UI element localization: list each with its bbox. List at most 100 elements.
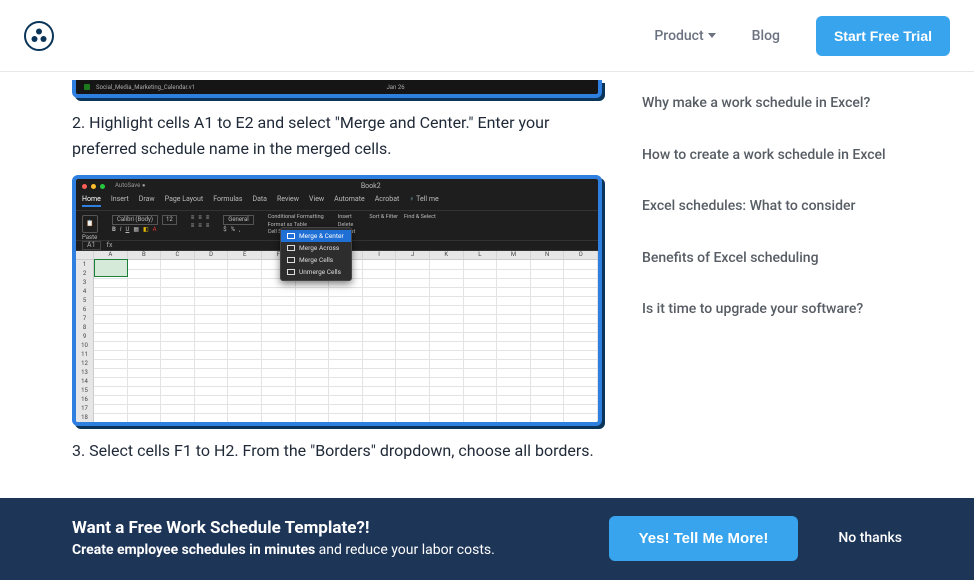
promo-banner: Want a Free Work Schedule Template?! Cre… [0, 498, 974, 580]
fx-icon[interactable]: fx [107, 242, 113, 249]
align-mid-icon[interactable]: ≡ [198, 215, 202, 221]
align-center-icon[interactable]: ≡ [198, 223, 202, 229]
cell[interactable] [531, 413, 565, 423]
col-header[interactable]: L [464, 251, 498, 259]
start-free-trial-button[interactable]: Start Free Trial [816, 16, 950, 56]
toc-link-4[interactable]: Benefits of Excel scheduling [642, 239, 902, 279]
sheet-row: 12 [76, 359, 598, 368]
number-format-select[interactable]: General [223, 215, 253, 225]
align-top-icon[interactable]: ≡ [191, 215, 195, 221]
cell[interactable] [430, 413, 464, 423]
cell[interactable] [329, 413, 363, 423]
cell[interactable] [128, 413, 162, 423]
bold-icon[interactable]: B [112, 227, 116, 233]
sort-filter-button[interactable]: Sort & Filter [369, 215, 398, 221]
promo-subtitle: Create employee schedules in minutes and… [72, 542, 495, 558]
percent-icon[interactable]: % [231, 227, 235, 233]
toc-link-3[interactable]: Excel schedules: What to consider [642, 187, 902, 227]
col-header[interactable] [76, 251, 94, 259]
merge-dropdown: Merge & Center Merge Across Merge Cells … [280, 227, 352, 281]
prev-file-date: Jan 26 [386, 84, 404, 91]
col-header[interactable]: O [564, 251, 598, 259]
rows: 123456789101112131415161718 [76, 260, 598, 422]
underline-icon[interactable]: U [125, 227, 129, 233]
cond-format-button[interactable]: Conditional Formatting [268, 215, 324, 221]
nav-product[interactable]: Product [654, 28, 715, 44]
promo-cta-button[interactable]: Yes! Tell Me More! [609, 516, 799, 561]
align-right-icon[interactable]: ≡ [206, 223, 210, 229]
currency-icon[interactable]: $ [223, 227, 226, 233]
sheet-row: 13 [76, 368, 598, 377]
border-icon[interactable]: ▦ [133, 227, 139, 233]
insert-button[interactable]: Insert [338, 215, 356, 221]
tab-view[interactable]: View [309, 196, 324, 207]
merge-center-item[interactable]: Merge & Center [281, 230, 351, 242]
toc-link-5[interactable]: Is it time to upgrade your software? [642, 290, 902, 330]
cell[interactable] [363, 413, 397, 423]
step-3-text: 3. Select cells F1 to H2. From the "Bord… [72, 438, 602, 464]
tab-draw[interactable]: Draw [139, 196, 155, 207]
col-header[interactable]: I [363, 251, 397, 259]
tab-automate[interactable]: Automate [334, 196, 365, 207]
promo-dismiss-link[interactable]: No thanks [838, 530, 902, 546]
tab-tellme[interactable]: ♀ Tell me [409, 196, 438, 207]
nav-blog[interactable]: Blog [752, 28, 780, 44]
font-color-icon[interactable]: A [153, 227, 157, 233]
sheet-row: 16 [76, 395, 598, 404]
tab-review[interactable]: Review [277, 196, 299, 207]
align-bot-icon[interactable]: ≡ [206, 215, 210, 221]
tab-home[interactable]: Home [82, 196, 101, 207]
col-header[interactable]: C [161, 251, 195, 259]
excel-window: AutoSave ● Book2 Home Insert Draw Page L… [76, 179, 598, 422]
col-header[interactable]: N [531, 251, 565, 259]
cell[interactable] [497, 413, 531, 423]
nav-product-label: Product [654, 28, 703, 44]
row-header[interactable]: 18 [76, 413, 94, 423]
col-header[interactable]: M [497, 251, 531, 259]
ribbon-font: Calibri (Body) 12 B I U ▦ ◧ A [112, 215, 177, 233]
cell[interactable] [564, 413, 598, 423]
paste-icon[interactable]: 📋 [82, 215, 98, 233]
name-box[interactable]: A1 [82, 241, 101, 250]
cell-selection [94, 259, 128, 277]
cell[interactable] [464, 413, 498, 423]
tab-data[interactable]: Data [252, 196, 267, 207]
tab-page-layout[interactable]: Page Layout [165, 196, 204, 207]
font-name-select[interactable]: Calibri (Body) [112, 215, 158, 225]
nav-blog-label: Blog [752, 28, 780, 44]
col-header[interactable]: A [94, 251, 128, 259]
font-size-select[interactable]: 12 [162, 215, 177, 225]
sheet-row: 11 [76, 350, 598, 359]
unmerge-cells-item[interactable]: Unmerge Cells [281, 266, 351, 278]
find-select-button[interactable]: Find & Select [404, 215, 436, 221]
cell[interactable] [262, 413, 296, 423]
col-header[interactable]: J [396, 251, 430, 259]
step-2-text: 2. Highlight cells A1 to E2 and select "… [72, 110, 602, 161]
cell[interactable] [296, 413, 330, 423]
toc-link-1[interactable]: Why make a work schedule in Excel? [642, 84, 902, 124]
tab-insert[interactable]: Insert [111, 196, 129, 207]
tab-formulas[interactable]: Formulas [213, 196, 242, 207]
ribbon-align: ≡ ≡ ≡ ≡ ≡ ≡ [191, 215, 210, 229]
merge-across-item[interactable]: Merge Across [281, 242, 351, 254]
cell[interactable] [94, 413, 128, 423]
comma-icon[interactable]: , [239, 227, 240, 233]
cell[interactable] [228, 413, 262, 423]
cell[interactable] [396, 413, 430, 423]
italic-icon[interactable]: I [120, 227, 122, 233]
cell[interactable] [161, 413, 195, 423]
autosave-label: AutoSave ● [115, 183, 145, 189]
sheet-row: 18 [76, 413, 598, 422]
col-header[interactable]: E [228, 251, 262, 259]
col-header[interactable]: D [195, 251, 229, 259]
align-left-icon[interactable]: ≡ [191, 223, 195, 229]
tab-acrobat[interactable]: Acrobat [375, 196, 400, 207]
maximize-icon [100, 184, 105, 189]
main-layout: Social_Media_Marketing_Calendar.v1 Jan 2… [0, 72, 974, 478]
merge-cells-item[interactable]: Merge Cells [281, 254, 351, 266]
col-header[interactable]: B [128, 251, 162, 259]
cell[interactable] [195, 413, 229, 423]
col-header[interactable]: K [430, 251, 464, 259]
fill-icon[interactable]: ◧ [143, 227, 149, 233]
toc-link-2[interactable]: How to create a work schedule in Excel [642, 136, 902, 176]
